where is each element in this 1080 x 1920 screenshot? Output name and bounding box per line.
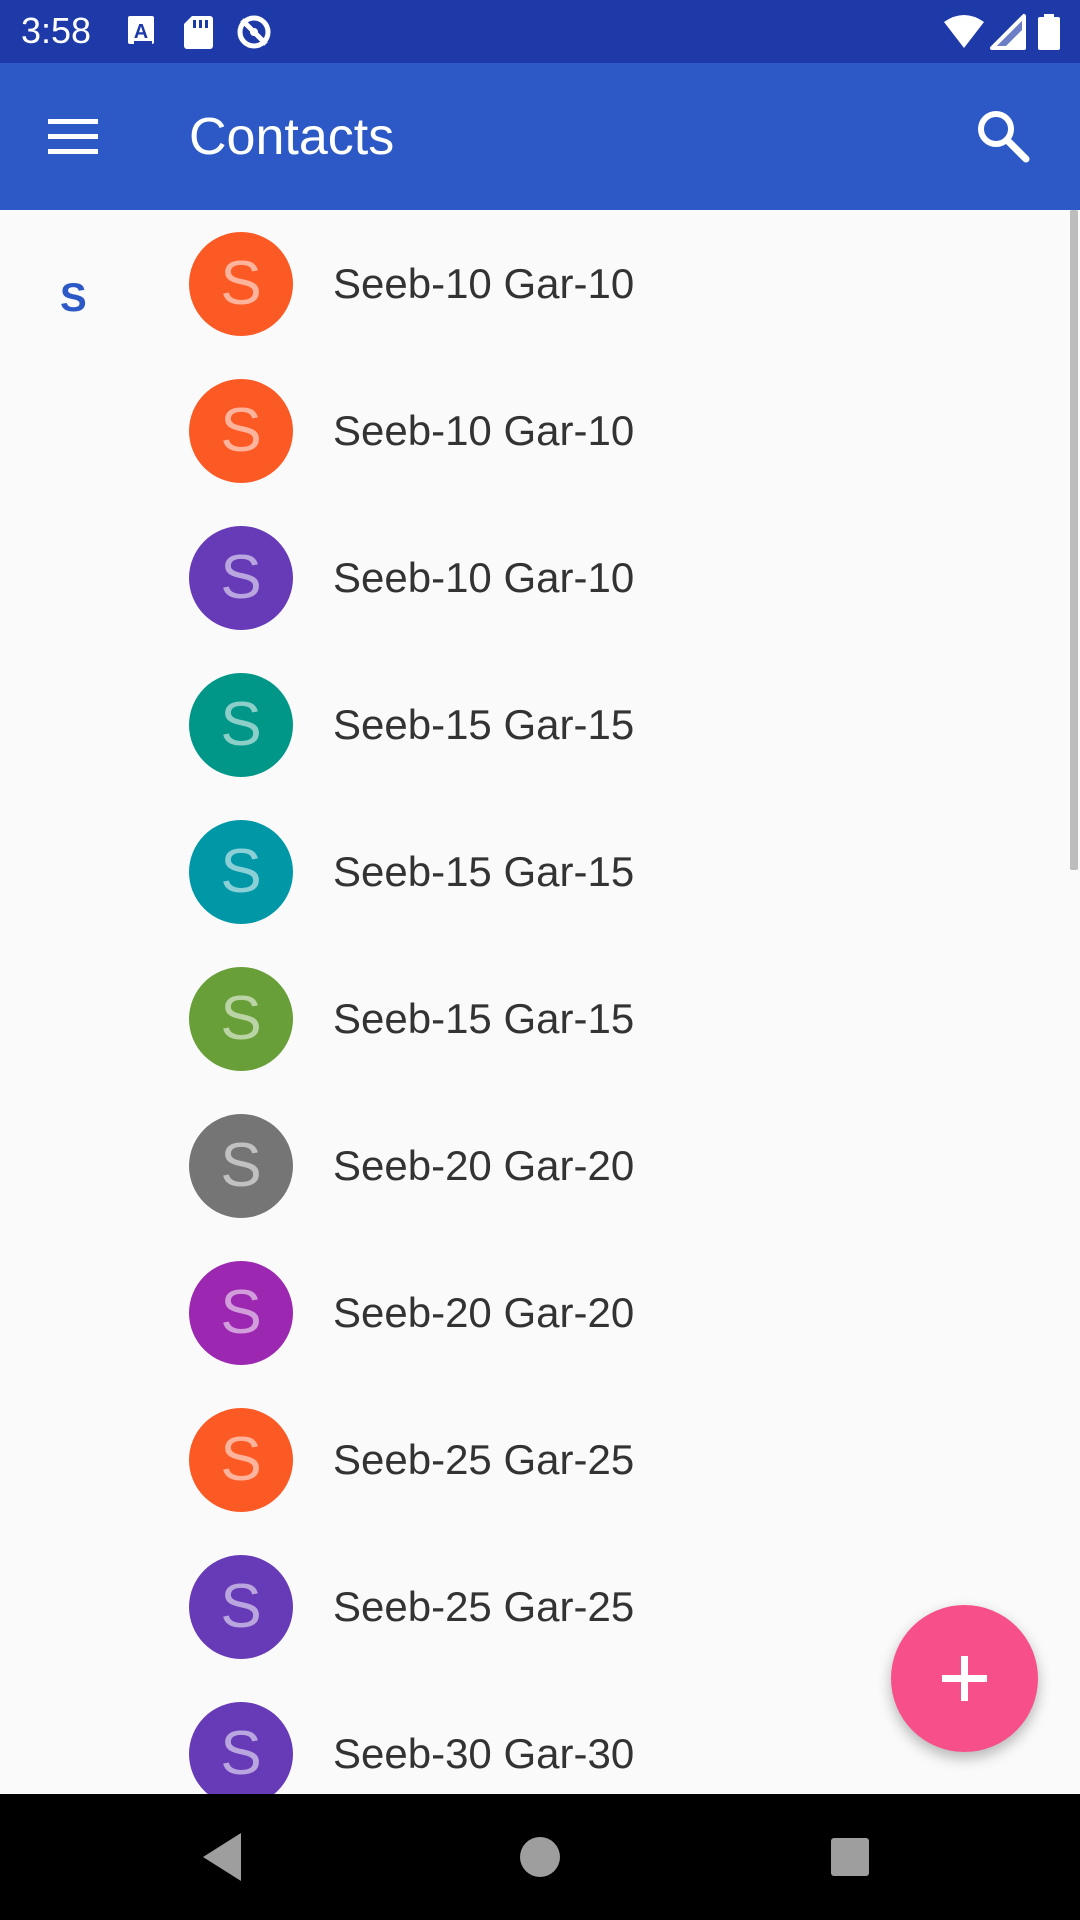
sd-card-icon xyxy=(178,12,218,52)
home-button[interactable] xyxy=(510,1827,570,1887)
avatar: S xyxy=(189,526,293,630)
page-title: Contacts xyxy=(189,108,395,166)
contact-name: Seeb-15 Gar-15 xyxy=(333,701,635,748)
contact-row[interactable]: S Seeb-15 Gar-15 xyxy=(0,798,1080,945)
avatar: S xyxy=(189,1114,293,1218)
contact-name: Seeb-10 Gar-10 xyxy=(333,554,635,601)
contact-row[interactable]: S Seeb-20 Gar-20 xyxy=(0,1092,1080,1239)
contact-row[interactable]: S Seeb-10 Gar-10 xyxy=(0,504,1080,651)
scrollbar[interactable] xyxy=(1070,210,1078,870)
cell-signal-icon xyxy=(988,12,1028,52)
contact-name: Seeb-15 Gar-15 xyxy=(333,848,635,895)
contact-row[interactable]: S Seeb-15 Gar-15 xyxy=(0,945,1080,1092)
avatar: S xyxy=(189,820,293,924)
contact-name: Seeb-20 Gar-20 xyxy=(333,1289,635,1336)
contact-name: Seeb-10 Gar-10 xyxy=(333,260,635,307)
avatar: S xyxy=(189,232,293,336)
avatar: S xyxy=(189,1408,293,1512)
contact-name: Seeb-10 Gar-10 xyxy=(333,407,635,454)
contact-row[interactable]: S Seeb-15 Gar-15 xyxy=(0,651,1080,798)
avatar: S xyxy=(189,673,293,777)
status-bar: 3:58 A xyxy=(0,0,1080,63)
contact-name: Seeb-30 Gar-30 xyxy=(333,1730,635,1777)
add-icon xyxy=(942,1656,987,1701)
avatar: S xyxy=(189,1702,293,1794)
app-bar: Contacts xyxy=(0,63,1080,210)
contact-name: Seeb-25 Gar-25 xyxy=(333,1583,635,1630)
contact-name: Seeb-15 Gar-15 xyxy=(333,995,635,1042)
menu-icon xyxy=(48,119,98,154)
recents-button[interactable] xyxy=(820,1827,880,1887)
back-button[interactable] xyxy=(195,1827,255,1887)
wifi-icon xyxy=(942,12,986,52)
home-icon xyxy=(520,1837,560,1877)
avatar: S xyxy=(189,1555,293,1659)
avatar: S xyxy=(189,967,293,1071)
battery-icon xyxy=(1036,12,1062,52)
contact-row[interactable]: S Seeb-20 Gar-20 xyxy=(0,1239,1080,1386)
back-icon xyxy=(203,1833,241,1881)
add-contact-button[interactable] xyxy=(891,1605,1038,1752)
menu-button[interactable] xyxy=(36,99,110,173)
contact-row[interactable]: S Seeb-10 Gar-10 xyxy=(0,210,1080,357)
contact-row[interactable]: S Seeb-10 Gar-10 xyxy=(0,357,1080,504)
contact-row[interactable]: S Seeb-25 Gar-25 xyxy=(0,1386,1080,1533)
contact-list[interactable]: S S Seeb-10 Gar-10 S Seeb-10 Gar-10 S Se… xyxy=(0,210,1080,1794)
avatar: S xyxy=(189,379,293,483)
navigation-bar xyxy=(0,1794,1080,1920)
status-time: 3:58 xyxy=(21,10,92,51)
svg-text:A: A xyxy=(134,21,148,43)
location-off-icon xyxy=(234,12,274,52)
autofill-icon: A xyxy=(122,12,162,52)
search-icon xyxy=(978,111,1030,163)
contact-name: Seeb-25 Gar-25 xyxy=(333,1436,635,1483)
recents-icon xyxy=(831,1838,869,1876)
search-button[interactable] xyxy=(968,101,1038,171)
contact-name: Seeb-20 Gar-20 xyxy=(333,1142,635,1189)
avatar: S xyxy=(189,1261,293,1365)
